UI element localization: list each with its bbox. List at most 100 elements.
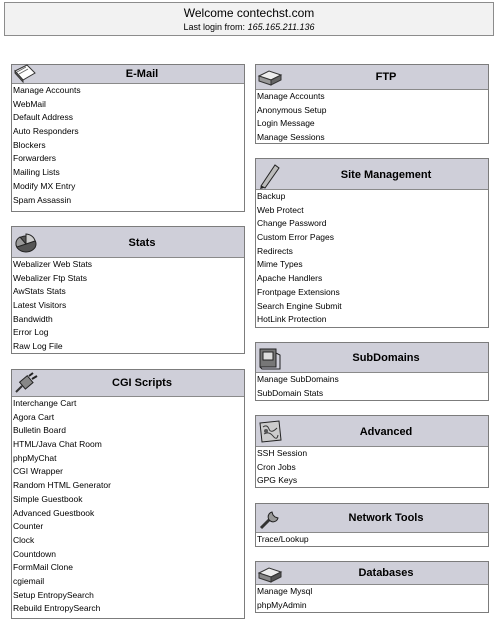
network-panel-header: Network Tools xyxy=(256,504,488,533)
network-menu: Trace/Lookup xyxy=(256,533,488,547)
ftp-menu-item[interactable]: Manage Sessions xyxy=(256,131,488,145)
cgi-menu-item[interactable]: Countdown xyxy=(12,548,244,562)
cgi-menu-item[interactable]: Counter xyxy=(12,520,244,534)
cgi-menu-item[interactable]: CGI Wrapper xyxy=(12,465,244,479)
cgi-menu-item[interactable]: Agora Cart xyxy=(12,411,244,425)
email-menu-item[interactable]: Default Address xyxy=(12,111,244,125)
ftp-menu-item[interactable]: Login Message xyxy=(256,117,488,131)
network-menu-item[interactable]: Trace/Lookup xyxy=(256,533,488,547)
network-tools-panel: Network Tools Trace/Lookup xyxy=(255,503,489,547)
ftp-menu-item[interactable]: Manage Accounts xyxy=(256,90,488,104)
welcome-title: Welcome contechst.com xyxy=(183,6,315,20)
databases-panel-header: Databases xyxy=(256,562,488,585)
email-menu-item[interactable]: Modify MX Entry xyxy=(12,180,244,194)
ftp-menu-item[interactable]: Anonymous Setup xyxy=(256,104,488,118)
cgi-menu-item[interactable]: phpMyChat xyxy=(12,452,244,466)
subdomains-menu: Manage SubDomains SubDomain Stats xyxy=(256,373,488,400)
cgi-menu-item[interactable]: Random HTML Generator xyxy=(12,479,244,493)
site-menu-item[interactable]: Change Password xyxy=(256,217,488,231)
pen-icon xyxy=(257,161,281,189)
site-menu-item[interactable]: Redirects xyxy=(256,245,488,259)
email-panel-title: E-Mail xyxy=(125,68,159,80)
cgi-menu-item[interactable]: FormMail Clone xyxy=(12,561,244,575)
advanced-menu-item[interactable]: GPG Keys xyxy=(256,474,488,488)
subdomains-menu-item[interactable]: Manage SubDomains xyxy=(256,373,488,387)
cgi-menu-item[interactable]: Simple Guestbook xyxy=(12,493,244,507)
network-panel-title: Network Tools xyxy=(348,512,424,524)
site-menu-item[interactable]: Search Engine Submit xyxy=(256,300,488,314)
ftp-panel-header: FTP xyxy=(256,65,488,90)
stats-menu-item[interactable]: Webalizer Web Stats xyxy=(12,258,244,272)
databases-panel: Databases Manage Mysql phpMyAdmin xyxy=(255,561,489,613)
databases-menu: Manage Mysql phpMyAdmin xyxy=(256,585,488,612)
ftp-menu: Manage Accounts Anonymous Setup Login Mess… xyxy=(256,90,488,145)
stats-panel-header: Stats xyxy=(12,227,244,258)
databases-panel-title: Databases xyxy=(358,567,414,579)
stats-menu-item[interactable]: Raw Log File xyxy=(12,340,244,354)
cgi-menu-item[interactable]: Clock xyxy=(12,534,244,548)
cgi-menu-item[interactable]: Advanced Guestbook xyxy=(12,507,244,521)
subdomains-menu-item[interactable]: SubDomain Stats xyxy=(256,387,488,401)
site-menu-item[interactable]: Apache Handlers xyxy=(256,272,488,286)
last-login-ip: 165.165.211.136 xyxy=(247,22,315,32)
email-menu-item[interactable]: Mailing Lists xyxy=(12,166,244,180)
cgi-panel: CGI Scripts Interchange Cart Agora Cart Bu… xyxy=(11,369,245,619)
wrench-icon xyxy=(257,506,281,530)
ftp-panel: FTP Manage Accounts Anonymous Setup Login … xyxy=(255,64,489,144)
ftp-panel-title: FTP xyxy=(375,71,397,83)
site-menu-item[interactable]: Web Protect xyxy=(256,204,488,218)
email-menu-item[interactable]: WebMail xyxy=(12,98,244,112)
cgi-menu-item[interactable]: cgiemail xyxy=(12,575,244,589)
map-icon xyxy=(257,418,282,443)
email-panel-header: E-Mail xyxy=(12,64,244,84)
stats-menu: Webalizer Web Stats Webalizer Ftp Stats Aw… xyxy=(12,258,244,354)
last-login: Last login from: 165.165.211.136 xyxy=(5,22,493,33)
email-menu-item[interactable]: Manage Accounts xyxy=(12,84,244,98)
databases-menu-item[interactable]: phpMyAdmin xyxy=(256,599,488,613)
advanced-panel: Advanced SSH Session Cron Jobs GPG Keys xyxy=(255,415,489,488)
email-menu-item[interactable]: Spam Assassin xyxy=(12,194,244,208)
cgi-menu-item[interactable]: Bulletin Board xyxy=(12,424,244,438)
site-menu-item[interactable]: Backup xyxy=(256,190,488,204)
stats-menu-item[interactable]: AwStats Stats xyxy=(12,285,244,299)
last-login-label: Last login from: xyxy=(183,22,246,32)
email-panel: E-Mail Manage Accounts WebMail Default Add… xyxy=(11,64,245,212)
subdomains-panel: SubDomains Manage SubDomains SubDomain St… xyxy=(255,342,489,401)
site-panel-title: Site Management xyxy=(340,169,432,181)
site-menu-item[interactable]: HotLink Protection xyxy=(256,313,488,327)
site-menu: Backup Web Protect Change Password Custom E… xyxy=(256,190,488,327)
cgi-menu-item[interactable]: Rebuild EntropySearch xyxy=(12,602,244,616)
cgi-menu-item[interactable]: HTML/Java Chat Room xyxy=(12,438,244,452)
database-icon xyxy=(257,563,283,583)
advanced-menu-item[interactable]: Cron Jobs xyxy=(256,461,488,475)
stats-panel-title: Stats xyxy=(128,237,156,249)
advanced-menu: SSH Session Cron Jobs GPG Keys xyxy=(256,447,488,488)
cgi-menu-item[interactable]: Interchange Cart xyxy=(12,397,244,411)
stats-panel: Stats Webalizer Web Stats Webalizer Ftp S… xyxy=(11,226,245,354)
site-menu-item[interactable]: Custom Error Pages xyxy=(256,231,488,245)
site-panel-header: Site Management xyxy=(256,159,488,190)
site-menu-item[interactable]: Frontpage Extensions xyxy=(256,286,488,300)
databases-menu-item[interactable]: Manage Mysql xyxy=(256,585,488,599)
cgi-menu-item[interactable]: Setup EntropySearch xyxy=(12,589,244,603)
plug-icon xyxy=(13,372,38,393)
stats-menu-item[interactable]: Error Log xyxy=(12,326,244,340)
email-menu: Manage Accounts WebMail Default Address Aut… xyxy=(12,84,244,207)
hard-drive-icon xyxy=(257,67,283,87)
subdomains-panel-title: SubDomains xyxy=(352,352,420,364)
email-menu-item[interactable]: Auto Responders xyxy=(12,125,244,139)
subdomain-icon xyxy=(257,345,281,370)
email-menu-item[interactable]: Blockers xyxy=(12,139,244,153)
site-menu-item[interactable]: Mime Types xyxy=(256,258,488,272)
advanced-panel-header: Advanced xyxy=(256,416,488,447)
site-management-panel: Site Management Backup Web Protect Change … xyxy=(255,158,489,328)
cgi-panel-header: CGI Scripts xyxy=(12,370,244,397)
stats-menu-item[interactable]: Bandwidth xyxy=(12,313,244,327)
advanced-menu-item[interactable]: SSH Session xyxy=(256,447,488,461)
subdomains-panel-header: SubDomains xyxy=(256,343,488,373)
cgi-menu: Interchange Cart Agora Cart Bulletin Board… xyxy=(12,397,244,616)
email-menu-item[interactable]: Forwarders xyxy=(12,152,244,166)
stats-menu-item[interactable]: Webalizer Ftp Stats xyxy=(12,272,244,286)
stats-menu-item[interactable]: Latest Visitors xyxy=(12,299,244,313)
cgi-panel-title: CGI Scripts xyxy=(112,377,172,389)
